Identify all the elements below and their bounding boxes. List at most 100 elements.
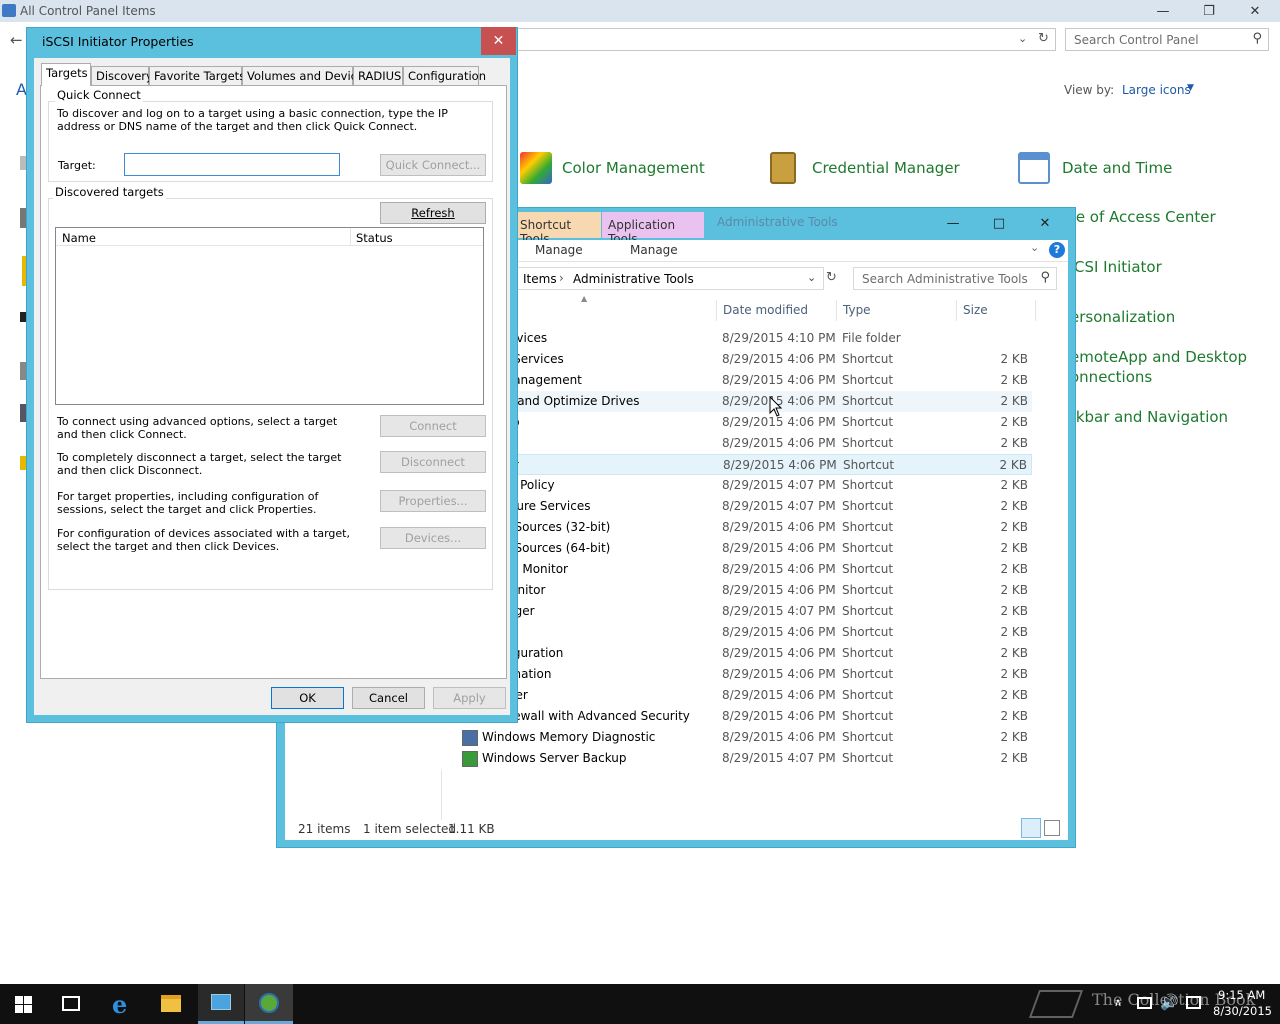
details-view-icon[interactable] — [1021, 818, 1041, 838]
table-row[interactable]: Windows Server Backup 8/29/2015 4:07 PM Sh… — [458, 748, 1032, 769]
cp-item-color-management[interactable]: Color Management — [520, 152, 705, 184]
start-windows-icon[interactable] — [15, 996, 32, 1013]
breadcrumb-current[interactable]: Administrative Tools — [573, 272, 694, 286]
properties-button[interactable]: Properties... — [380, 490, 486, 512]
help-icon[interactable]: ? — [1049, 242, 1065, 258]
cp-search-box[interactable]: Search Control Panel ⚲ — [1065, 28, 1269, 51]
at-close-button[interactable]: ✕ — [1022, 212, 1068, 234]
at-maximize-button[interactable]: □ — [976, 212, 1022, 234]
cp-restore-button[interactable]: ❐ — [1186, 0, 1232, 22]
volume-icon[interactable]: 🔊 — [1160, 993, 1179, 1011]
discovered-targets-list[interactable]: Name Status — [55, 227, 484, 405]
manage-tab-1[interactable]: Manage — [535, 243, 583, 257]
cp-close-button[interactable]: ✕ — [1232, 0, 1278, 22]
task-view-icon[interactable] — [62, 996, 80, 1011]
devices-button[interactable]: Devices... — [380, 527, 486, 549]
table-row[interactable]: ce Monitor8/29/2015 4:06 PMShortcut2 KB — [458, 580, 1032, 601]
table-row[interactable]: Data Sources (64-bit) 8/29/2015 4:06 PM Sh… — [458, 538, 1032, 559]
edge-browser-icon[interactable]: e — [112, 990, 127, 1019]
table-row[interactable]: vs Firewall with Advanced Security 8/29/2… — [458, 706, 1032, 727]
table-row[interactable]: Manager8/29/2015 4:07 PMShortcut2 KB — [458, 601, 1032, 622]
table-row[interactable]: heduler8/29/2015 4:06 PMShortcut2 KB — [458, 685, 1032, 706]
view-by-dropdown-icon[interactable]: ▼ — [1187, 83, 1194, 93]
at-address-bar[interactable]: Items › Administrative Tools ⌄ — [516, 267, 824, 290]
row-date: 8/29/2015 4:06 PM — [722, 436, 836, 450]
quick-connect-button[interactable]: Quick Connect... — [380, 154, 486, 176]
ribbon-expand-icon[interactable]: ⌄ — [1030, 241, 1039, 254]
at-refresh-icon[interactable]: ↻ — [826, 270, 837, 285]
row-name: Windows Memory Diagnostic — [482, 730, 656, 744]
action-center-icon[interactable] — [1186, 996, 1201, 1009]
table-row[interactable]: curity Policy 8/29/2015 4:07 PM Shortcut 2 … — [458, 475, 1032, 496]
ribbon-tab-application-tools[interactable]: Application Tools — [602, 212, 704, 246]
at-search-box[interactable]: Search Administrative Tools ⚲ — [853, 267, 1057, 290]
tab-configuration[interactable]: Configuration — [403, 66, 486, 85]
table-row[interactable]: Information8/29/2015 4:06 PMShortcut2 KB — [458, 664, 1032, 685]
iscsi-title: iSCSI Initiator Properties — [42, 34, 194, 49]
table-row[interactable]: eanup8/29/2015 4:06 PMShortcut2 KB — [458, 412, 1032, 433]
tray-chevron-icon[interactable]: ∧ — [1114, 996, 1122, 1009]
table-row[interactable]: nance Monitor 8/29/2015 4:06 PM Shortcut 2 … — [458, 559, 1032, 580]
row-size: 2 KB — [1000, 352, 1028, 366]
list-header-name[interactable]: Name — [56, 228, 351, 246]
tab-radius[interactable]: RADIUS — [353, 66, 403, 85]
clock-time[interactable]: 9:15 AM — [1218, 988, 1265, 1002]
cp-back-icon[interactable]: ← — [10, 31, 23, 49]
ribbon-tab-shortcut-tools[interactable]: Shortcut Tools — [516, 212, 601, 246]
table-row[interactable]: iewer8/29/2015 4:06 PMShortcut2 KB — [458, 433, 1032, 454]
row-size: 2 KB — [1000, 709, 1028, 723]
target-input[interactable] — [124, 153, 340, 176]
table-row[interactable]: Configuration 8/29/2015 4:06 PM Shortcut 2 … — [458, 643, 1032, 664]
connect-button[interactable]: Connect — [380, 415, 486, 437]
ok-button[interactable]: OK — [271, 687, 344, 709]
row-date: 8/29/2015 4:07 PM — [722, 478, 836, 492]
cp-item-date-and-time[interactable]: Date and Time — [1018, 152, 1172, 184]
column-header-type[interactable]: Type — [836, 300, 956, 321]
column-header-date[interactable]: Date modified — [716, 300, 836, 321]
taskbar-iscsi[interactable] — [245, 984, 293, 1024]
cancel-button[interactable]: Cancel — [352, 687, 425, 709]
table-row[interactable]: Data Sources (32-bit) 8/29/2015 4:06 PM Sh… — [458, 517, 1032, 538]
network-icon[interactable] — [1137, 997, 1152, 1009]
cp-item-personalization[interactable]: ersonalization — [1070, 308, 1175, 326]
tab-targets[interactable]: Targets — [41, 63, 91, 86]
cp-item-iscsi-initiator[interactable]: CSI Initiator — [1074, 258, 1162, 276]
breadcrumb-items[interactable]: Items — [523, 272, 557, 286]
table-row[interactable]: nent Services 8/29/2015 4:06 PM Shortcut 2 … — [458, 349, 1032, 370]
table-row[interactable]: ment and Optimize Drives 8/29/2015 4:06 P… — [458, 391, 1032, 412]
manage-tab-2[interactable]: Manage — [630, 243, 678, 257]
iscsi-taskbar-icon — [259, 993, 279, 1013]
tab-favorite-targets[interactable]: Favorite Targets — [149, 66, 245, 85]
clock-date[interactable]: 8/30/2015 — [1213, 1004, 1272, 1018]
cp-dropdown-icon[interactable]: ⌄ — [1018, 32, 1027, 45]
tab-discovery[interactable]: Discovery — [91, 66, 153, 85]
tab-volumes-and-devices[interactable]: Volumes and Devices — [242, 66, 370, 85]
large-icons-view-icon[interactable] — [1044, 820, 1060, 836]
view-by-value[interactable]: Large icons — [1122, 83, 1191, 97]
table-row[interactable]: itiator8/29/2015 4:06 PMShortcut2 KB — [458, 454, 1032, 475]
cp-item-ease-of-access[interactable]: se of Access Center — [1068, 208, 1216, 226]
table-row[interactable]: s8/29/2015 4:06 PMShortcut2 KB — [458, 622, 1032, 643]
cp-item-taskbar-navigation[interactable]: skbar and Navigation — [1068, 408, 1228, 426]
cp-address-bar[interactable] — [516, 28, 1056, 51]
cp-refresh-icon[interactable]: ↻ — [1038, 31, 1049, 46]
table-row[interactable]: Windows Memory Diagnostic 8/29/2015 4:06 … — [458, 727, 1032, 748]
table-row[interactable]: ter Management 8/29/2015 4:06 PM Shortcut 2… — [458, 370, 1032, 391]
apply-button[interactable]: Apply — [433, 687, 506, 709]
at-minimize-button[interactable]: — — [930, 212, 976, 234]
row-date: 8/29/2015 4:07 PM — [722, 751, 836, 765]
row-type: Shortcut — [843, 458, 895, 472]
iscsi-close-button[interactable]: ✕ — [481, 27, 516, 55]
disconnect-button[interactable]: Disconnect — [380, 451, 486, 473]
refresh-button[interactable]: Refresh — [380, 202, 486, 224]
column-header-size[interactable]: Size — [956, 300, 1036, 321]
list-header-status[interactable]: Status — [351, 228, 483, 246]
cp-item-remoteapp[interactable]: emoteApp and Desktop onnections — [1070, 348, 1247, 386]
table-row[interactable]: al Services8/29/2015 4:10 PMFile folder — [458, 328, 1032, 349]
cp-minimize-button[interactable]: — — [1140, 0, 1186, 22]
file-explorer-icon[interactable] — [161, 995, 181, 1012]
table-row[interactable]: oft Azure Services 8/29/2015 4:07 PM Short… — [458, 496, 1032, 517]
address-dropdown-icon[interactable]: ⌄ — [807, 271, 816, 284]
cp-item-credential-manager[interactable]: Credential Manager — [770, 152, 960, 184]
taskbar-control-panel[interactable] — [198, 984, 244, 1024]
